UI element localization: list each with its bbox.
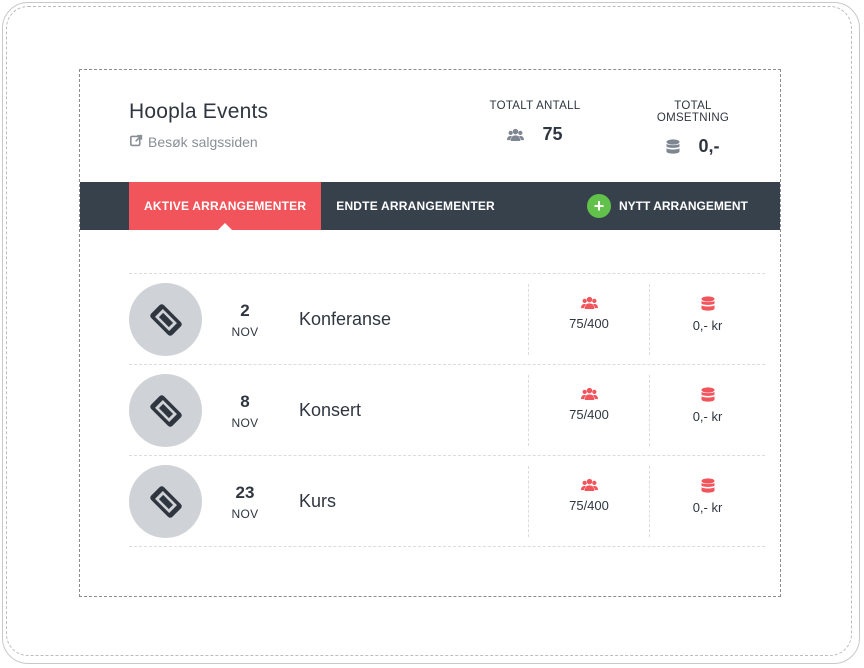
- ticket-icon: [129, 374, 202, 447]
- event-name: Konferanse: [299, 309, 392, 329]
- ticket-icon: [129, 465, 202, 538]
- total-revenue-stat: TOTAL OMSETNING 0,-: [638, 100, 748, 157]
- plus-icon: +: [587, 194, 611, 218]
- event-name: Kurs: [299, 491, 337, 511]
- event-revenue-cell: 0,- kr: [649, 375, 765, 446]
- events-card: Hoopla Events Besøk salgssiden TOTALT AN…: [79, 69, 781, 597]
- event-count: 75/400: [569, 498, 609, 513]
- users-icon: [580, 478, 598, 491]
- users-icon: [580, 387, 598, 400]
- event-row[interactable]: 2 NOV Konferanse 75/400 0,- kr: [129, 274, 765, 365]
- event-revenue: 0,- kr: [692, 409, 723, 424]
- event-day: 23: [235, 483, 255, 502]
- new-event-button[interactable]: + NYTT ARRANGEMENT: [587, 194, 748, 218]
- total-count-value: 75: [542, 124, 563, 144]
- event-month: NOV: [231, 416, 259, 430]
- visit-sales-page-label: Besøk salgssiden: [148, 134, 258, 150]
- event-day: 8: [240, 392, 250, 411]
- event-revenue: 0,- kr: [692, 318, 723, 333]
- total-revenue-label: TOTAL OMSETNING: [656, 100, 730, 124]
- event-row[interactable]: 23 NOV Kurs 75/400 0,- kr: [129, 456, 765, 547]
- users-icon: [580, 296, 598, 309]
- event-count-cell: 75/400: [528, 284, 649, 355]
- event-revenue-cell: 0,- kr: [649, 284, 765, 355]
- database-icon: [666, 138, 680, 155]
- event-name: Konsert: [299, 400, 362, 420]
- page-title: Hoopla Events: [129, 100, 269, 123]
- event-revenue: 0,- kr: [692, 500, 723, 515]
- event-month: NOV: [231, 507, 259, 521]
- ticket-icon: [129, 283, 202, 356]
- visit-sales-page-link[interactable]: Besøk salgssiden: [130, 134, 258, 150]
- tab-bar: AKTIVE ARRANGEMENTER ENDTE ARRANGEMENTER…: [80, 182, 780, 231]
- tab-ended-events[interactable]: ENDTE ARRANGEMENTER: [321, 182, 510, 230]
- event-row[interactable]: 8 NOV Konsert 75/400 0,- kr: [129, 365, 765, 456]
- event-date: 2 NOV: [219, 301, 271, 339]
- event-date: 8 NOV: [219, 392, 271, 430]
- event-date: 23 NOV: [219, 483, 271, 521]
- event-day: 2: [240, 301, 250, 320]
- event-count: 75/400: [569, 407, 609, 422]
- tab-active-events[interactable]: AKTIVE ARRANGEMENTER: [129, 182, 322, 231]
- database-icon: [701, 478, 714, 493]
- new-event-label: NYTT ARRANGEMENT: [619, 199, 748, 213]
- external-link-icon: [130, 134, 143, 150]
- event-revenue-cell: 0,- kr: [649, 466, 765, 537]
- users-icon: [507, 128, 525, 142]
- event-count: 75/400: [569, 316, 609, 331]
- event-list: 2 NOV Konferanse 75/400 0,- kr 8 NOV Kon…: [129, 273, 765, 547]
- total-count-label: TOTALT ANTALL: [489, 100, 581, 112]
- database-icon: [701, 296, 714, 311]
- event-month: NOV: [231, 325, 259, 339]
- database-icon: [701, 387, 714, 402]
- event-count-cell: 75/400: [528, 466, 649, 537]
- event-count-cell: 75/400: [528, 375, 649, 446]
- total-count-stat: TOTALT ANTALL 75: [485, 100, 585, 145]
- total-revenue-value: 0,-: [698, 136, 720, 156]
